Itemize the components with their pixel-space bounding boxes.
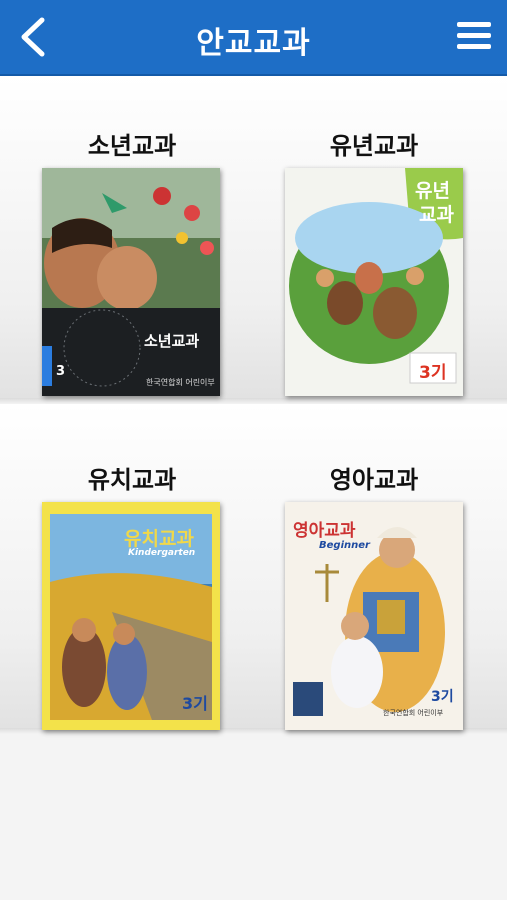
hamburger-line bbox=[457, 33, 491, 38]
book-label-beginner[interactable]: 영아교과 bbox=[264, 460, 484, 495]
cover-number-youth: 3 bbox=[56, 364, 66, 379]
book-cover-kindergarten[interactable]: 유치교과 Kindergarten 3기 bbox=[42, 502, 220, 730]
hamburger-line bbox=[457, 44, 491, 49]
cover-title-beginner: 영아교과 bbox=[293, 521, 356, 541]
book-cover-beginner[interactable]: 영아교과 Beginner 3기 한국연합회 어린이부 bbox=[285, 502, 463, 730]
book-label-youth[interactable]: 소년교과 bbox=[22, 126, 242, 161]
app-header: 안교교과 bbox=[0, 0, 507, 76]
cover-number-kindergarten: 3기 bbox=[182, 694, 208, 713]
menu-button[interactable] bbox=[457, 22, 491, 52]
cover-subtitle-kindergarten: Kindergarten bbox=[128, 548, 196, 558]
cover-title-youth: 소년교과 bbox=[144, 332, 200, 350]
cover-title-primary-line2: 교과 bbox=[419, 204, 454, 226]
page-title: 안교교과 bbox=[196, 26, 311, 61]
book-cover-youth[interactable]: 소년교과 3 한국연합회 어린이부 bbox=[42, 168, 220, 396]
cover-number-primary: 3기 bbox=[419, 363, 447, 383]
cover-title-primary-line1: 유년 bbox=[415, 180, 450, 202]
book-cover-primary[interactable]: 유년 교과 3기 bbox=[285, 168, 463, 396]
cover-number-beginner: 3기 bbox=[431, 689, 454, 705]
cover-title-kindergarten: 유치교과 bbox=[124, 528, 194, 550]
youth-cover-art bbox=[42, 168, 220, 396]
cover-publisher-youth: 한국연합회 어린이부 bbox=[146, 378, 215, 387]
cover-publisher-beginner: 한국연합회 어린이부 bbox=[383, 709, 444, 717]
hamburger-menu-icon bbox=[457, 22, 491, 27]
cover-subtitle-beginner: Beginner bbox=[319, 540, 370, 551]
book-label-primary[interactable]: 유년교과 bbox=[264, 126, 484, 161]
book-label-kindergarten[interactable]: 유치교과 bbox=[22, 460, 242, 495]
